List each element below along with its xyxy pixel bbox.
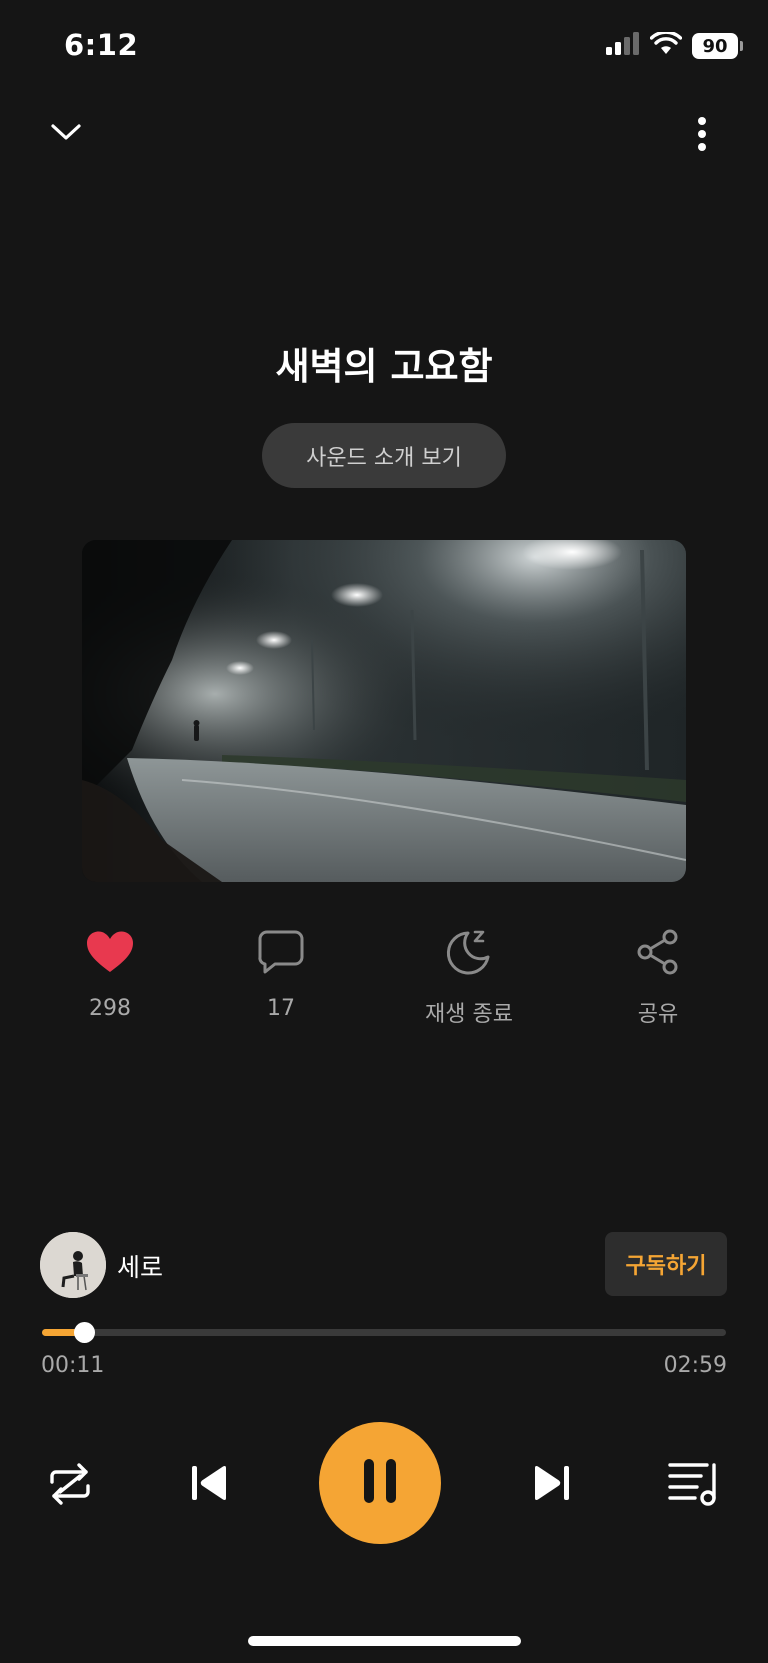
share-icon bbox=[635, 922, 681, 982]
subscribe-button[interactable]: 구독하기 bbox=[605, 1232, 727, 1296]
repeat-button[interactable] bbox=[44, 1460, 96, 1512]
playlist-button[interactable] bbox=[666, 1458, 722, 1512]
chevron-down-icon bbox=[50, 122, 82, 146]
like-count: 298 bbox=[89, 996, 131, 1021]
heart-icon bbox=[85, 922, 135, 982]
player-screen: 6:12 90 새벽의 고요함 사운드 소개 보기 298 17 재생 종료 공… bbox=[0, 0, 768, 1663]
pause-button[interactable] bbox=[319, 1422, 441, 1544]
progress-bar[interactable] bbox=[42, 1322, 726, 1343]
comment-button[interactable]: 17 bbox=[206, 922, 356, 1021]
battery-icon: 90 bbox=[692, 33, 743, 59]
elapsed-time: 00:11 bbox=[41, 1353, 105, 1378]
sound-intro-button[interactable]: 사운드 소개 보기 bbox=[262, 423, 506, 488]
collapse-button[interactable] bbox=[46, 114, 86, 154]
artist-name[interactable]: 세로 bbox=[117, 1248, 163, 1284]
total-time: 02:59 bbox=[663, 1353, 727, 1378]
comment-count: 17 bbox=[267, 996, 295, 1021]
share-button[interactable]: 공유 bbox=[583, 922, 733, 1028]
sleep-timer-label: 재생 종료 bbox=[425, 1002, 513, 1027]
share-label: 공유 bbox=[637, 1002, 679, 1027]
more-vertical-icon bbox=[697, 116, 707, 156]
comment-icon bbox=[257, 922, 305, 982]
sleep-timer-icon bbox=[444, 922, 494, 982]
wifi-icon bbox=[649, 30, 683, 60]
next-button[interactable] bbox=[527, 1460, 577, 1510]
signal-icon bbox=[606, 32, 640, 60]
artist-avatar[interactable] bbox=[40, 1232, 106, 1298]
repeat-icon bbox=[46, 1460, 94, 1512]
status-time: 6:12 bbox=[64, 28, 139, 62]
more-options-button[interactable] bbox=[682, 114, 722, 158]
like-button[interactable]: 298 bbox=[35, 922, 185, 1021]
track-artwork bbox=[82, 540, 686, 882]
sleep-timer-button[interactable]: 재생 종료 bbox=[394, 922, 544, 1028]
track-title: 새벽의 고요함 bbox=[275, 345, 493, 388]
pause-icon bbox=[360, 1457, 400, 1509]
previous-icon bbox=[188, 1462, 230, 1508]
playlist-icon bbox=[667, 1459, 721, 1511]
progress-thumb[interactable] bbox=[73, 1322, 95, 1343]
status-icons: 90 bbox=[606, 30, 743, 60]
home-indicator[interactable] bbox=[248, 1636, 521, 1646]
action-row: 298 17 재생 종료 공유 bbox=[0, 922, 768, 1032]
next-icon bbox=[531, 1462, 573, 1508]
previous-button[interactable] bbox=[184, 1460, 234, 1510]
